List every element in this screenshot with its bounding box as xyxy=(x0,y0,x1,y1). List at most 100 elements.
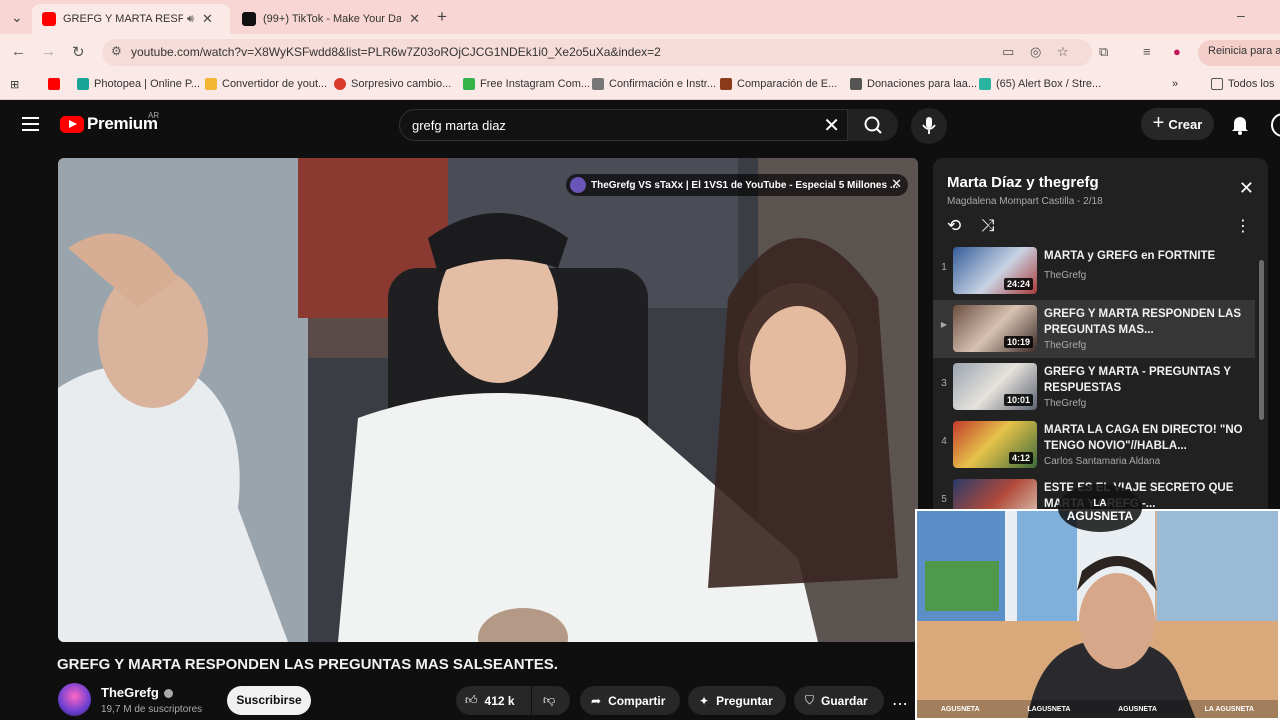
youtube-header: Premium AR grefg marta diaz ✕ + Crear xyxy=(0,100,1280,150)
close-tab-icon[interactable]: ✕ xyxy=(409,11,420,27)
restart-button[interactable]: Reinicia para act xyxy=(1198,40,1280,66)
video-title: GREFG Y MARTA RESPONDEN LAS PREGUNTAS MA… xyxy=(57,656,558,673)
tab-youtube[interactable]: GREFG Y MARTA RESPONDI 🔊︎ ✕ xyxy=(32,4,230,34)
ask-button[interactable]: ✦ Preguntar xyxy=(688,686,786,715)
endscreen-video-card[interactable]: TheGrefg VS sTaXx | El 1VS1 de YouTube -… xyxy=(566,174,908,196)
search-button[interactable] xyxy=(848,109,898,141)
site-settings-icon[interactable]: ⚙ xyxy=(111,44,122,58)
clear-search-icon[interactable]: ✕ xyxy=(823,113,840,138)
save-playlist-icon: ⛉ xyxy=(805,693,815,707)
playlist-thumbnail: 4:12 xyxy=(953,421,1037,468)
bookmarks-overflow-icon[interactable]: » xyxy=(1172,78,1178,90)
youtube-favicon-icon xyxy=(42,12,56,26)
video-player[interactable] xyxy=(58,158,918,642)
tiktok-favicon-icon xyxy=(242,12,256,26)
youtube-icon xyxy=(48,78,60,90)
playlist-item-channel: TheGrefg xyxy=(1044,398,1087,409)
link-icon xyxy=(592,78,604,90)
bookmark-item[interactable]: Free Instagram Com... xyxy=(463,78,590,90)
extensions-icon[interactable]: ⧉ xyxy=(1099,44,1108,60)
compare-icon xyxy=(720,78,732,90)
thumbs-down-icon: 👎︎ xyxy=(543,693,556,707)
playlist-index: 5 xyxy=(941,494,947,505)
tab-title: GREFG Y MARTA RESPONDI xyxy=(63,13,183,25)
instagram-tool-icon xyxy=(463,78,475,90)
like-button[interactable]: 👍︎ 412 k xyxy=(456,686,531,715)
donation-icon xyxy=(850,78,862,90)
playlist-index: 1 xyxy=(941,262,947,273)
playlist-index: 4 xyxy=(941,436,947,447)
share-icon: ➦ xyxy=(591,693,602,708)
channel-avatar[interactable] xyxy=(58,683,91,716)
bookmark-item[interactable]: Comparación de E... xyxy=(720,78,837,90)
bookmark-star-icon[interactable]: ☆ xyxy=(1057,44,1069,60)
playlist-item-title: GREFG Y MARTA RESPONDEN LAS PREGUNTAS MA… xyxy=(1044,308,1242,336)
share-button[interactable]: ➦ Compartir xyxy=(580,686,680,715)
close-tab-icon[interactable]: ✕ xyxy=(202,11,213,27)
save-button[interactable]: ⛉ Guardar xyxy=(794,686,884,715)
bookmark-item[interactable]: Donaciones para laa... xyxy=(850,78,977,90)
instagram-handle: AGUSNETA xyxy=(940,705,980,713)
playlist-scrollbar[interactable] xyxy=(1259,260,1264,420)
bookmark-label: Confirmación e Instr... xyxy=(609,78,716,90)
bookmark-youtube[interactable] xyxy=(48,78,65,90)
notifications-bell-icon[interactable] xyxy=(1230,113,1250,135)
address-bar[interactable]: ⚙ youtube.com/watch?v=X8WyKSFwdd8&list=P… xyxy=(102,39,1092,66)
bookmark-label: Comparación de E... xyxy=(737,78,838,90)
playlist-item[interactable]: 4 4:12 MARTA LA CAGA EN DIRECTO! "NO TEN… xyxy=(933,416,1255,474)
now-playing-icon: ▶ xyxy=(940,320,948,329)
bookmark-label: Sorpresivo cambio... xyxy=(351,78,452,90)
microphone-icon xyxy=(922,117,936,134)
dislike-button[interactable]: 👎︎ xyxy=(532,686,570,715)
search-input[interactable]: grefg marta diaz ✕ xyxy=(399,109,848,141)
playlist-title[interactable]: Marta Díaz y thegrefg xyxy=(947,174,1099,191)
verified-icon xyxy=(163,689,173,699)
all-bookmarks-label: Todos los xyxy=(1228,78,1275,90)
bookmark-item[interactable]: Sorpresivo cambio... xyxy=(334,78,451,90)
duration-badge: 4:12 xyxy=(1008,452,1033,464)
subscribe-button[interactable]: Suscribirse xyxy=(227,686,311,715)
cast-icon[interactable]: ▭ xyxy=(1002,44,1014,60)
media-controls-icon[interactable]: ≡ xyxy=(1143,44,1151,59)
new-tab-icon[interactable]: + xyxy=(437,7,447,27)
bookmark-item[interactable]: Convertidor de yout... xyxy=(205,78,327,90)
playlist-menu-icon[interactable]: ⋮ xyxy=(1235,216,1251,236)
more-actions-icon[interactable]: ⋯ xyxy=(892,694,908,714)
bookmark-item[interactable]: Photopea | Online P... xyxy=(77,78,200,90)
playlist-item[interactable]: 1 24:24 MARTA y GREFG en FORTNITE TheGre… xyxy=(933,242,1255,300)
playlist-item-current[interactable]: ▶ 10:19 GREFG Y MARTA RESPONDEN LAS PREG… xyxy=(933,300,1255,358)
bookmark-item[interactable]: (65) Alert Box / Stre... xyxy=(979,78,1101,90)
tab-search-icon[interactable]: ⌄ xyxy=(11,9,23,26)
bookmark-item[interactable]: Confirmación e Instr... xyxy=(592,78,716,90)
close-playlist-icon[interactable]: ✕ xyxy=(1239,178,1254,199)
youtube-premium-logo[interactable]: Premium AR xyxy=(60,111,160,134)
playlist-item[interactable]: 3 10:01 GREFG Y MARTA - PREGUNTAS Y RESP… xyxy=(933,358,1255,416)
all-bookmarks[interactable]: Todos los xyxy=(1211,78,1274,90)
eye-off-icon[interactable]: ◎ xyxy=(1030,44,1041,60)
account-avatar[interactable] xyxy=(1271,113,1280,137)
create-button[interactable]: + Crear xyxy=(1141,108,1214,140)
like-count: 412 k xyxy=(484,693,515,708)
back-icon[interactable]: ← xyxy=(11,43,26,60)
reload-icon[interactable]: ↻ xyxy=(72,43,85,61)
thumbs-up-icon: 👍︎ xyxy=(465,693,478,707)
subscriber-count: 19,7 M de suscriptores xyxy=(101,704,203,715)
forward-icon[interactable]: → xyxy=(41,43,56,60)
speaker-icon[interactable]: 🔊︎ xyxy=(187,13,194,26)
playlist-thumbnail: 24:24 xyxy=(953,247,1037,294)
voice-search-button[interactable] xyxy=(911,108,947,144)
close-endcard-icon[interactable]: ✕ xyxy=(891,176,902,192)
profile-icon[interactable]: ● xyxy=(1173,44,1181,59)
minimize-icon[interactable]: – xyxy=(1237,7,1245,23)
menu-icon[interactable] xyxy=(22,117,39,131)
endcard-avatar xyxy=(570,177,586,193)
tab-tiktok[interactable]: (99+) TikTok - Make Your Day ✕ xyxy=(232,4,430,34)
playlist-item-title: MARTA y GREFG en FORTNITE xyxy=(1044,250,1216,262)
playlist-thumbnail: 10:01 xyxy=(953,363,1037,410)
apps-icon[interactable]: ⊞ xyxy=(10,78,19,91)
bookmark-label: Free Instagram Com... xyxy=(480,78,591,90)
shuffle-icon[interactable]: ⤨ xyxy=(981,216,995,236)
channel-name[interactable]: TheGrefg xyxy=(101,685,173,700)
loop-icon[interactable]: ⟲ xyxy=(947,216,961,236)
country-code: AR xyxy=(148,111,160,120)
